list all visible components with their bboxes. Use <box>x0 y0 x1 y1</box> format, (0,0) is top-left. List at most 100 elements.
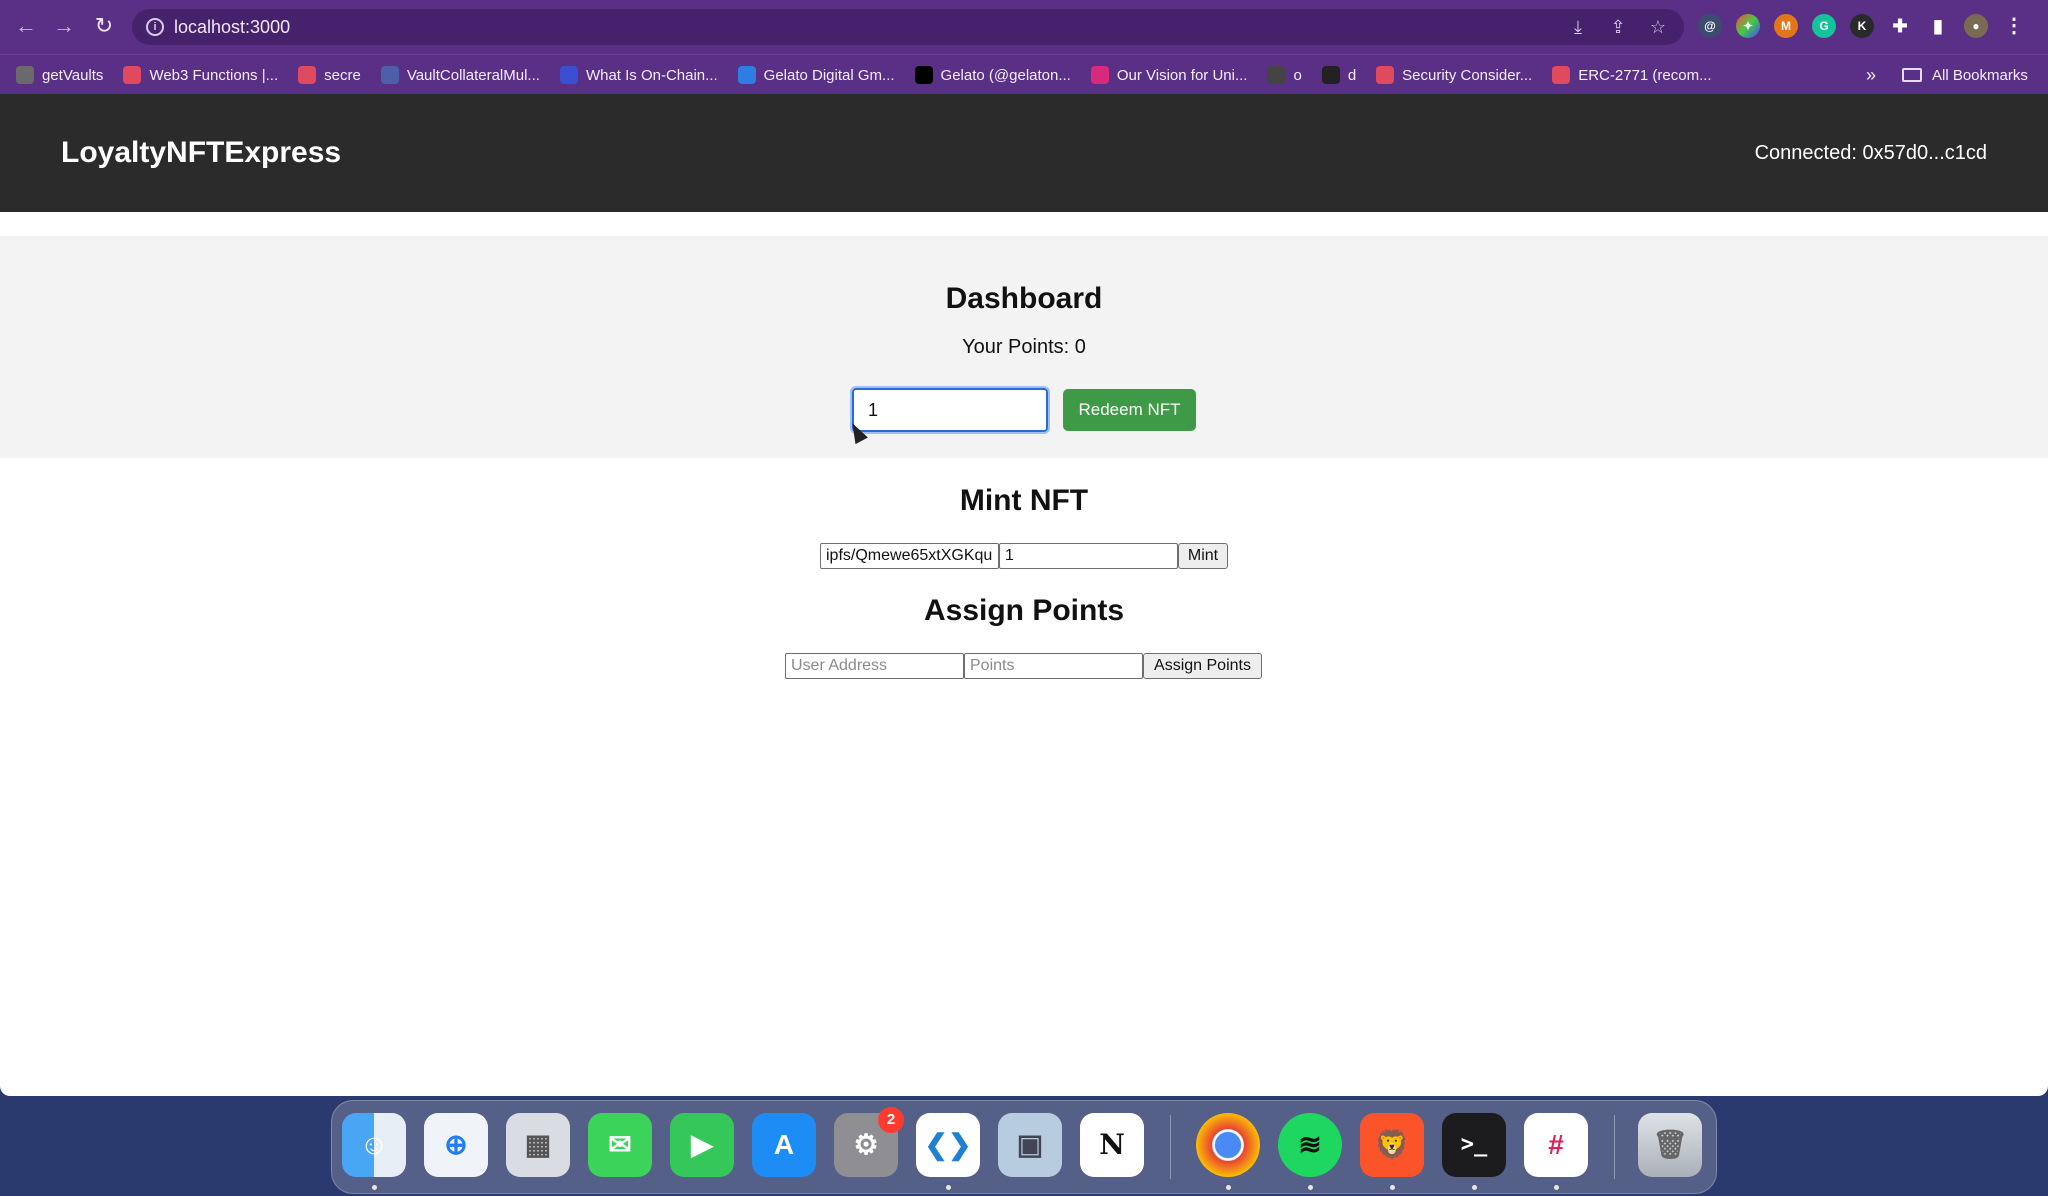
finder-icon[interactable]: ☺ <box>342 1113 406 1177</box>
github-icon <box>1321 66 1340 84</box>
vscode-icon[interactable]: ❮❯ <box>916 1113 980 1177</box>
bookmarks-bar: getVaults Web3 Functions |... secre VaultCo… <box>0 54 2048 95</box>
facetime-icon[interactable]: ▶ <box>670 1113 734 1177</box>
bookmark-label: VaultCollateralMul... <box>406 66 540 84</box>
install-app-icon[interactable]: ⤓ <box>1566 15 1590 39</box>
all-bookmarks-button[interactable]: All Bookmarks <box>1902 55 2028 95</box>
app-store-icon[interactable]: A <box>752 1113 816 1177</box>
spotify-icon[interactable]: ≋ <box>1278 1113 1342 1177</box>
bookmark-item[interactable]: VaultCollateralMul... <box>380 66 540 84</box>
extension-color-icon[interactable]: ✦ <box>1736 14 1760 38</box>
redeem-token-input[interactable] <box>850 386 1050 434</box>
bookmark-label: Gelato (@gelaton... <box>940 66 1071 84</box>
dock-separator <box>1614 1115 1615 1179</box>
bookmark-label: What Is On-Chain... <box>585 66 718 84</box>
bookmark-item[interactable]: getVaults <box>16 66 103 84</box>
mint-amount-input[interactable] <box>999 543 1178 569</box>
all-bookmarks-label: All Bookmarks <box>1932 66 2028 84</box>
bookmark-star-icon[interactable]: ☆ <box>1646 15 1670 39</box>
points-input[interactable] <box>964 653 1143 679</box>
doc-icon <box>380 66 399 84</box>
address-bar[interactable]: i localhost:3000 ⤓ ⇪ ☆ <box>132 9 1684 45</box>
bookmark-label: d <box>1347 66 1357 84</box>
running-indicator <box>1472 1185 1477 1190</box>
notion-icon[interactable]: N <box>1080 1113 1144 1177</box>
app-title: LoyaltyNFTExpress <box>61 136 342 169</box>
dashboard-title: Dashboard <box>945 282 1103 315</box>
bookmark-item[interactable]: Security Consider... <box>1376 66 1532 84</box>
system-settings-icon[interactable]: ⚙ 2 <box>834 1107 904 1177</box>
bookmark-item[interactable]: d <box>1321 66 1357 84</box>
back-icon[interactable]: ← <box>14 14 38 38</box>
x-icon <box>914 66 933 84</box>
running-indicator <box>372 1185 377 1190</box>
dock-separator <box>1170 1115 1171 1179</box>
trash-icon[interactable]: 🗑 <box>1638 1113 1702 1177</box>
bookmark-item[interactable]: Our Vision for Uni... <box>1090 66 1248 84</box>
extension-k-icon[interactable]: K <box>1850 14 1874 38</box>
metamask-icon[interactable]: M <box>1774 14 1798 38</box>
browser-toolbar: ← → ↻ i localhost:3000 ⤓ ⇪ ☆ @ ✦ M G K ✚… <box>0 0 2048 54</box>
profile-avatar[interactable]: ● <box>1964 14 1988 38</box>
bookmark-label: getVaults <box>42 66 104 84</box>
mint-button[interactable]: Mint <box>1178 543 1228 569</box>
folder-icon <box>1902 68 1922 82</box>
running-indicator <box>1308 1185 1313 1190</box>
user-address-input[interactable] <box>785 653 964 679</box>
bookmark-item[interactable]: Web3 Functions |... <box>123 66 278 84</box>
bookmark-item[interactable]: o <box>1267 66 1302 84</box>
circle-icon <box>559 66 578 84</box>
brave-icon[interactable]: 🦁 <box>1360 1113 1424 1177</box>
bookmark-item[interactable]: Gelato Digital Gm... <box>737 66 895 84</box>
redeem-nft-button[interactable]: Redeem NFT <box>1063 389 1196 431</box>
chrome-icon[interactable] <box>1196 1113 1260 1177</box>
bookmark-label: ERC-2771 (recom... <box>1578 66 1712 84</box>
bookmark-label: secre <box>324 66 361 84</box>
calendar-icon <box>737 66 756 84</box>
gelato-icon <box>123 66 142 84</box>
running-indicator <box>946 1185 951 1190</box>
site-info-icon[interactable]: i <box>146 18 164 36</box>
running-indicator <box>1554 1185 1559 1190</box>
getvaults-icon <box>16 66 34 84</box>
uniswap-icon <box>1090 66 1109 84</box>
url-text[interactable]: localhost:3000 <box>174 9 290 45</box>
side-panel-icon[interactable]: ▮ <box>1926 14 1950 38</box>
gelato-icon <box>1376 66 1395 84</box>
bookmark-item[interactable]: Gelato (@gelaton... <box>914 66 1071 84</box>
bookmark-label: Security Consider... <box>1402 66 1533 84</box>
share-icon[interactable]: ⇪ <box>1606 15 1630 39</box>
preview-icon[interactable]: ▣ <box>998 1113 1062 1177</box>
slack-icon[interactable]: # <box>1524 1113 1588 1177</box>
bookmarks-overflow-chevron[interactable]: » <box>1866 55 1876 95</box>
extension-wallet-icon[interactable]: @ <box>1698 14 1722 38</box>
safari-icon[interactable]: ⊕ <box>424 1113 488 1177</box>
mint-nft-title: Mint NFT <box>959 484 1089 517</box>
assign-points-title: Assign Points <box>923 594 1125 627</box>
extensions-puzzle-icon[interactable]: ✚ <box>1888 14 1912 38</box>
dashboard-section: Dashboard Your Points: 0 Redeem NFT <box>0 236 2048 458</box>
bookmark-item[interactable]: ERC-2771 (recom... <box>1552 66 1712 84</box>
bookmark-item[interactable]: secre <box>298 66 361 84</box>
bookmark-label: Gelato Digital Gm... <box>763 66 895 84</box>
running-indicator <box>1226 1185 1231 1190</box>
wallet-connected-status: Connected: 0x57d0...c1cd <box>1754 142 1987 164</box>
bookmark-label: Our Vision for Uni... <box>1116 66 1248 84</box>
grammarly-icon[interactable]: G <box>1812 14 1836 38</box>
gelato-icon <box>298 66 317 84</box>
messages-icon[interactable]: ✉ <box>588 1113 652 1177</box>
menu-kebab-icon[interactable]: ⋮ <box>2002 14 2026 38</box>
notification-badge: 2 <box>878 1107 904 1133</box>
reload-icon[interactable]: ↻ <box>92 14 116 38</box>
bookmark-item[interactable]: What Is On-Chain... <box>559 66 718 84</box>
terminal-icon[interactable]: >_ <box>1442 1113 1506 1177</box>
macos-dock: ☺ ⊕ ▦ ✉ ▶ A ⚙ 2 ❮❯ ▣ N ≋ 🦁 >_ # 🗑 <box>331 1100 1717 1194</box>
running-indicator <box>1390 1185 1395 1190</box>
launchpad-icon[interactable]: ▦ <box>506 1113 570 1177</box>
app-header: LoyaltyNFTExpress Connected: 0x57d0...c1… <box>0 94 2048 212</box>
forward-icon[interactable]: → <box>52 14 76 38</box>
mint-uri-input[interactable] <box>820 543 999 569</box>
globe-icon <box>1267 66 1286 84</box>
bookmark-label: Web3 Functions |... <box>149 66 279 84</box>
assign-points-button[interactable]: Assign Points <box>1143 653 1262 679</box>
